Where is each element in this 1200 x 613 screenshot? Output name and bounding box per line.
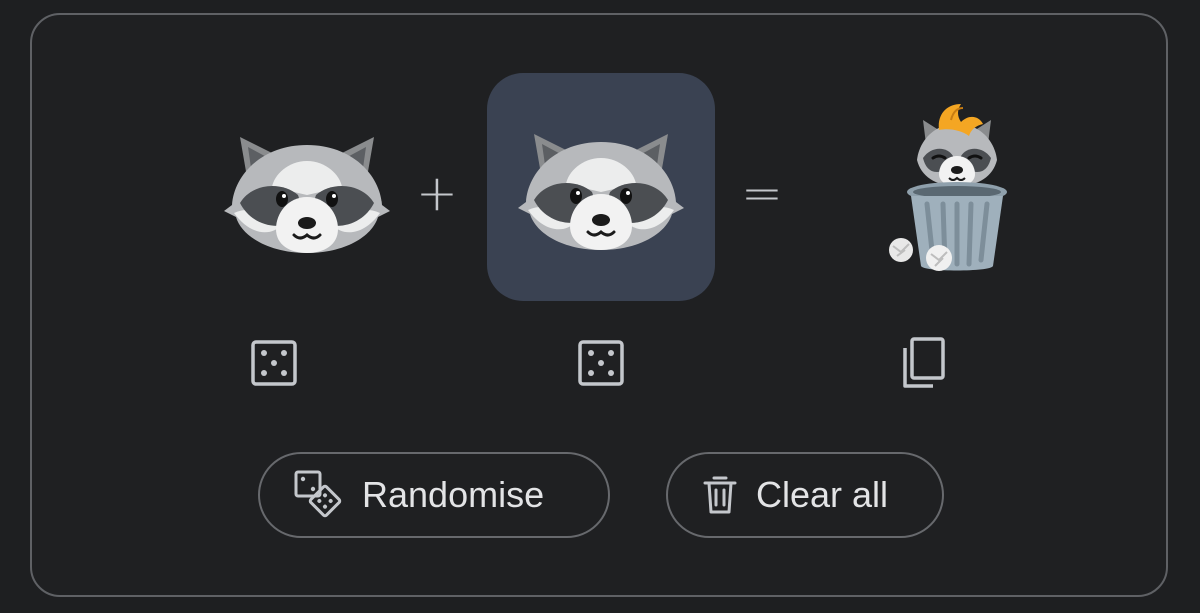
copy-result-button[interactable] [895,335,951,391]
raccoon-trash-can-emoji [889,104,1007,271]
equals-operator: = [741,164,783,222]
trash-icon [700,470,740,520]
randomise-right-dice-icon[interactable] [573,335,629,391]
dice-pair-icon [294,470,344,520]
clear-all-button[interactable]: Clear all [666,452,944,538]
result-emoji-slot[interactable] [842,75,1072,305]
randomise-button[interactable]: Randomise [258,452,610,538]
raccoon-emoji-right [518,134,684,250]
raccoon-emoji-left [224,137,390,253]
plus-operator: + [416,164,458,222]
randomise-left-dice-icon[interactable] [246,335,302,391]
randomise-label: Randomise [362,474,545,515]
right-emoji-slot-selected[interactable] [487,73,715,301]
clear-all-label: Clear all [756,474,889,515]
emoji-kitchen-card: + = Randomise Clear all [30,13,1168,597]
dice-icon [578,340,624,386]
dice-icon [251,340,297,386]
copy-icon [903,337,945,388]
left-emoji-slot[interactable] [192,75,422,305]
